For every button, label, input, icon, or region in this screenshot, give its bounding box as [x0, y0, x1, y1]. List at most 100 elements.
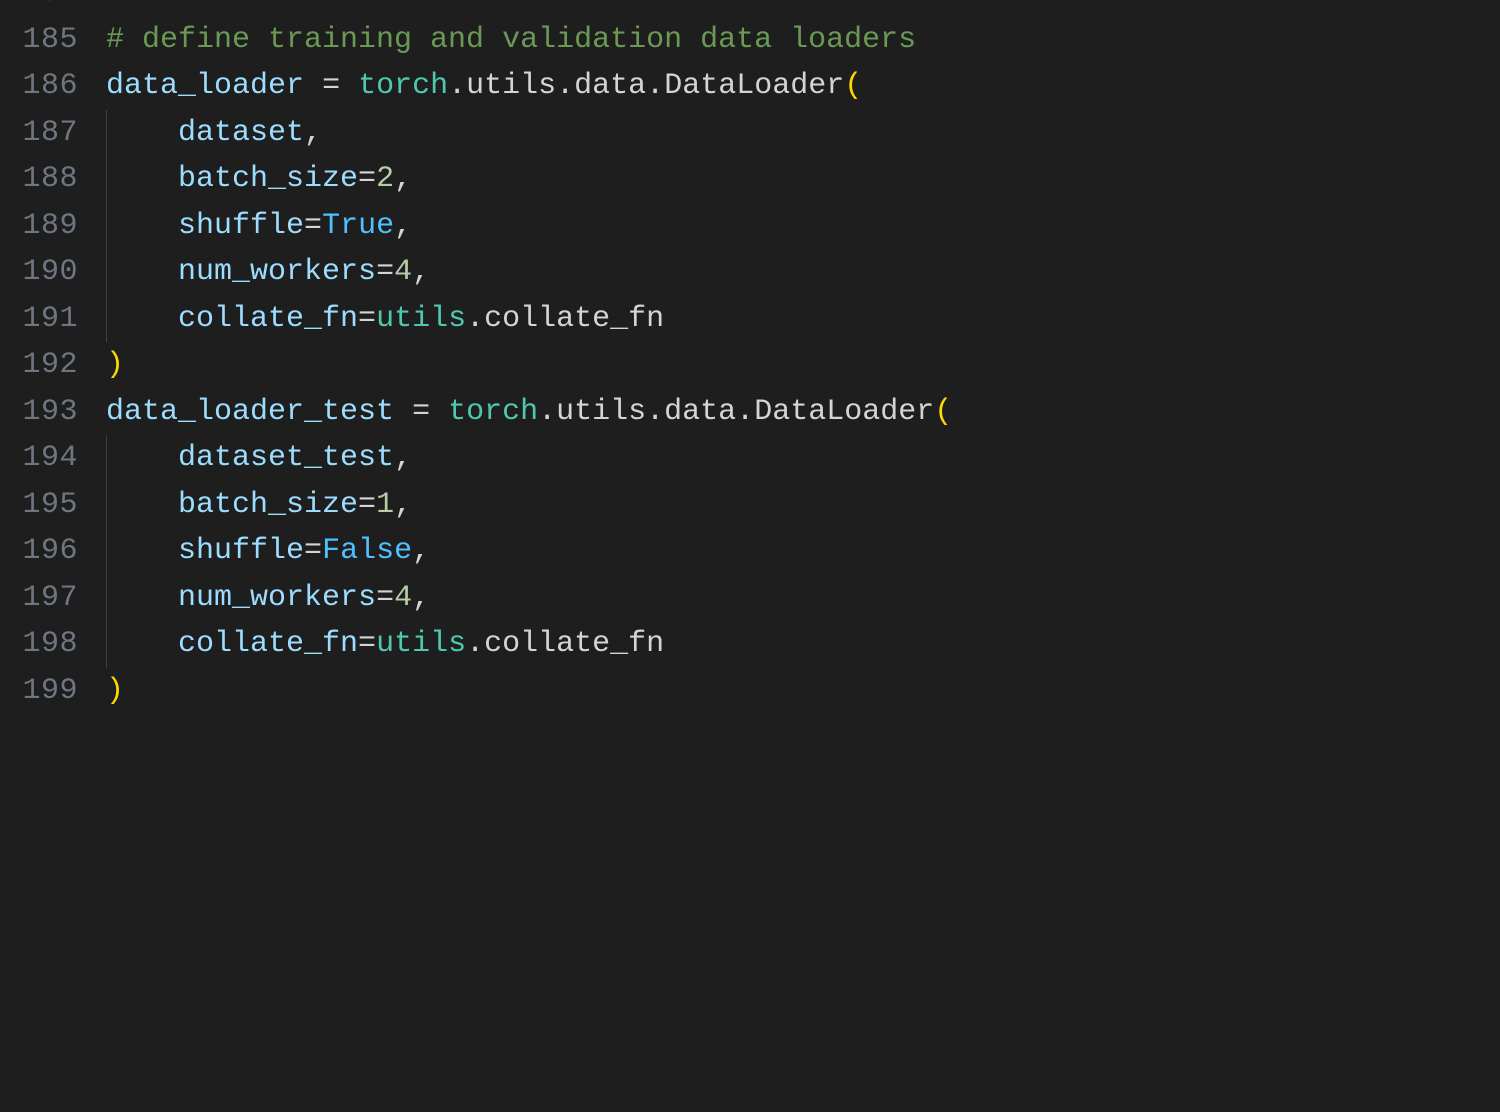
code-token — [304, 69, 322, 103]
code-token: . — [736, 395, 754, 429]
code-content[interactable]: collate_fn=utils.collate_fn — [106, 621, 1500, 668]
code-token: num_workers — [178, 581, 376, 615]
code-line[interactable]: 185# define training and validation data… — [0, 17, 1500, 64]
line-number: 187 — [0, 110, 106, 157]
indent-guide — [106, 575, 107, 622]
code-token: ) — [106, 348, 124, 382]
code-token: = — [358, 488, 376, 522]
code-content[interactable]: shuffle=False, — [106, 528, 1500, 575]
line-number: 196 — [0, 528, 106, 575]
line-number: 189 — [0, 203, 106, 250]
code-content[interactable]: # define training and validation data lo… — [106, 17, 1500, 64]
code-content[interactable]: dataset, — [106, 110, 1500, 157]
code-line[interactable]: 193data_loader_test = torch.utils.data.D… — [0, 389, 1500, 436]
code-token — [394, 395, 412, 429]
code-line[interactable]: 194 dataset_test, — [0, 435, 1500, 482]
line-number: 191 — [0, 296, 106, 343]
code-content[interactable]: shuffle=True, — [106, 203, 1500, 250]
code-token: , — [304, 116, 322, 150]
code-token: = — [322, 69, 340, 103]
code-token: , — [394, 488, 412, 522]
indent-guide — [106, 435, 107, 482]
line-number: 185 — [0, 17, 106, 64]
code-token: # define training and validation data lo… — [106, 23, 916, 57]
code-token: torch — [358, 69, 448, 103]
line-number: 198 — [0, 621, 106, 668]
code-token: ( — [844, 69, 862, 103]
code-line[interactable]: 196 shuffle=False, — [0, 528, 1500, 575]
code-line[interactable]: 187 dataset, — [0, 110, 1500, 157]
code-content[interactable]: dataset_test, — [106, 435, 1500, 482]
line-number: 193 — [0, 389, 106, 436]
code-token: utils — [466, 69, 556, 103]
code-line[interactable]: 190 num_workers=4, — [0, 249, 1500, 296]
code-line[interactable]: 186data_loader = torch.utils.data.DataLo… — [0, 63, 1500, 110]
code-token — [106, 209, 178, 243]
code-line[interactable]: 195 batch_size=1, — [0, 482, 1500, 529]
code-token: ) — [106, 674, 124, 708]
code-token: . — [466, 627, 484, 661]
line-number: 199 — [0, 668, 106, 715]
line-number: 190 — [0, 249, 106, 296]
code-token: , — [412, 581, 430, 615]
code-content[interactable]: data_loader = torch.utils.data.DataLoade… — [106, 63, 1500, 110]
code-token: DataLoader — [664, 69, 844, 103]
code-editor[interactable]: 184185# define training and validation d… — [0, 0, 1500, 714]
code-line[interactable]: 189 shuffle=True, — [0, 203, 1500, 250]
code-token: . — [646, 395, 664, 429]
code-token: utils — [556, 395, 646, 429]
code-token: False — [322, 534, 412, 568]
code-token — [106, 255, 178, 289]
code-content[interactable]: ) — [106, 342, 1500, 389]
code-token: . — [448, 69, 466, 103]
code-token: collate_fn — [484, 627, 664, 661]
indent-guide — [106, 621, 107, 668]
code-token: ( — [934, 395, 952, 429]
code-content[interactable]: num_workers=4, — [106, 249, 1500, 296]
code-token: shuffle — [178, 534, 304, 568]
code-token: data_loader — [106, 69, 304, 103]
code-token: . — [556, 69, 574, 103]
code-line[interactable]: 192) — [0, 342, 1500, 389]
code-line[interactable]: 188 batch_size=2, — [0, 156, 1500, 203]
code-content[interactable]: ) — [106, 668, 1500, 715]
code-token: = — [304, 534, 322, 568]
line-number: 188 — [0, 156, 106, 203]
code-content[interactable]: data_loader_test = torch.utils.data.Data… — [106, 389, 1500, 436]
code-token — [430, 395, 448, 429]
code-line[interactable]: 198 collate_fn=utils.collate_fn — [0, 621, 1500, 668]
code-token: , — [412, 255, 430, 289]
code-token: = — [358, 302, 376, 336]
code-content[interactable]: num_workers=4, — [106, 575, 1500, 622]
code-token: data_loader_test — [106, 395, 394, 429]
code-token: data — [574, 69, 646, 103]
line-number: 195 — [0, 482, 106, 529]
code-token: num_workers — [178, 255, 376, 289]
line-number: 186 — [0, 63, 106, 110]
code-line[interactable]: 197 num_workers=4, — [0, 575, 1500, 622]
code-token: , — [394, 209, 412, 243]
code-token: = — [412, 395, 430, 429]
code-token — [106, 488, 178, 522]
code-token: utils — [376, 302, 466, 336]
code-line[interactable]: 191 collate_fn=utils.collate_fn — [0, 296, 1500, 343]
indent-guide — [106, 110, 107, 157]
code-token: = — [304, 209, 322, 243]
code-token — [106, 441, 178, 475]
code-line[interactable]: 184 — [0, 0, 1500, 17]
code-content[interactable]: batch_size=2, — [106, 156, 1500, 203]
indent-guide — [106, 249, 107, 296]
code-token: True — [322, 209, 394, 243]
code-token: . — [646, 69, 664, 103]
code-token: 4 — [394, 581, 412, 615]
indent-guide — [106, 528, 107, 575]
code-content[interactable]: collate_fn=utils.collate_fn — [106, 296, 1500, 343]
line-number: 184 — [0, 0, 106, 17]
code-token: collate_fn — [484, 302, 664, 336]
code-token — [106, 162, 178, 196]
code-line[interactable]: 199) — [0, 668, 1500, 715]
code-content[interactable]: batch_size=1, — [106, 482, 1500, 529]
code-token: , — [394, 441, 412, 475]
code-token: 4 — [394, 255, 412, 289]
code-token — [106, 302, 178, 336]
